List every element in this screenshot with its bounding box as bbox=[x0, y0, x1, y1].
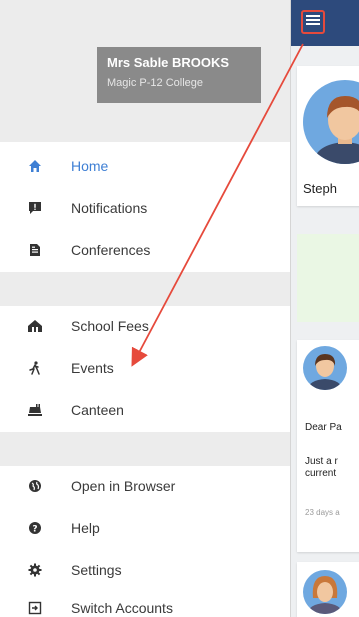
menu-label: Conferences bbox=[71, 242, 151, 258]
hamburger-menu-button[interactable] bbox=[301, 10, 325, 34]
home-icon bbox=[26, 157, 44, 175]
globe-icon bbox=[26, 477, 44, 495]
menu-item-canteen[interactable]: Canteen bbox=[0, 390, 290, 430]
menu-item-school-fees[interactable]: School Fees bbox=[0, 306, 290, 346]
menu-label: Help bbox=[71, 520, 100, 536]
main-content: Steph Dear Pa Just a r current 23 days a bbox=[290, 0, 359, 617]
switch-accounts-icon bbox=[26, 599, 44, 617]
student-name: Steph bbox=[303, 181, 337, 196]
events-icon bbox=[26, 359, 44, 377]
sender-avatar bbox=[303, 346, 347, 390]
help-icon: ? bbox=[26, 519, 44, 537]
canteen-icon bbox=[26, 401, 44, 419]
notice-card bbox=[297, 234, 359, 322]
menu-label: Switch Accounts bbox=[71, 600, 173, 616]
app-screen: Mrs Sable BROOKS Magic P-12 College Home… bbox=[0, 0, 359, 617]
menu-section-tertiary: Open in Browser ? Help Settings Switch A… bbox=[0, 466, 290, 617]
menu-section-primary: Home Notifications Conferences bbox=[0, 142, 290, 272]
message-greeting: Dear Pa bbox=[305, 422, 342, 433]
message-line-1: Just a r bbox=[305, 456, 338, 467]
student-card[interactable]: Steph bbox=[297, 66, 359, 206]
menu-label: Events bbox=[71, 360, 114, 376]
school-fees-icon bbox=[26, 317, 44, 335]
menu-label: Canteen bbox=[71, 402, 124, 418]
menu-label: Settings bbox=[71, 562, 122, 578]
menu-item-open-in-browser[interactable]: Open in Browser bbox=[0, 466, 290, 506]
drawer-header: Mrs Sable BROOKS Magic P-12 College bbox=[0, 0, 290, 142]
menu-item-home[interactable]: Home bbox=[0, 146, 290, 186]
menu-divider bbox=[0, 272, 290, 306]
menu-section-secondary: School Fees Events Canteen bbox=[0, 306, 290, 432]
navigation-drawer: Mrs Sable BROOKS Magic P-12 College Home… bbox=[0, 0, 290, 617]
menu-label: Home bbox=[71, 158, 109, 174]
menu-label: Notifications bbox=[71, 200, 148, 216]
message-card[interactable] bbox=[297, 562, 359, 617]
menu-label: Open in Browser bbox=[71, 478, 176, 494]
menu-item-settings[interactable]: Settings bbox=[0, 550, 290, 590]
notifications-icon bbox=[26, 199, 44, 217]
menu-item-events[interactable]: Events bbox=[0, 348, 290, 388]
menu-item-conferences[interactable]: Conferences bbox=[0, 230, 290, 270]
profile-name: Mrs Sable BROOKS bbox=[107, 55, 230, 70]
conferences-icon bbox=[26, 241, 44, 259]
profile-card[interactable]: Mrs Sable BROOKS Magic P-12 College bbox=[97, 47, 261, 103]
settings-icon bbox=[26, 561, 44, 579]
menu-item-notifications[interactable]: Notifications bbox=[0, 188, 290, 228]
message-card[interactable]: Dear Pa Just a r current 23 days a bbox=[297, 340, 359, 552]
menu-item-switch-accounts[interactable]: Switch Accounts bbox=[0, 588, 290, 617]
menu-item-help[interactable]: ? Help bbox=[0, 508, 290, 548]
sender-avatar bbox=[303, 570, 347, 614]
profile-school: Magic P-12 College bbox=[107, 77, 203, 89]
menu-divider bbox=[0, 432, 290, 466]
menu-label: School Fees bbox=[71, 318, 149, 334]
student-avatar bbox=[303, 80, 359, 164]
hamburger-icon bbox=[306, 13, 320, 31]
svg-text:?: ? bbox=[32, 525, 37, 535]
message-time: 23 days a bbox=[305, 508, 340, 517]
message-line-2: current bbox=[305, 468, 337, 479]
top-app-bar bbox=[291, 0, 359, 46]
